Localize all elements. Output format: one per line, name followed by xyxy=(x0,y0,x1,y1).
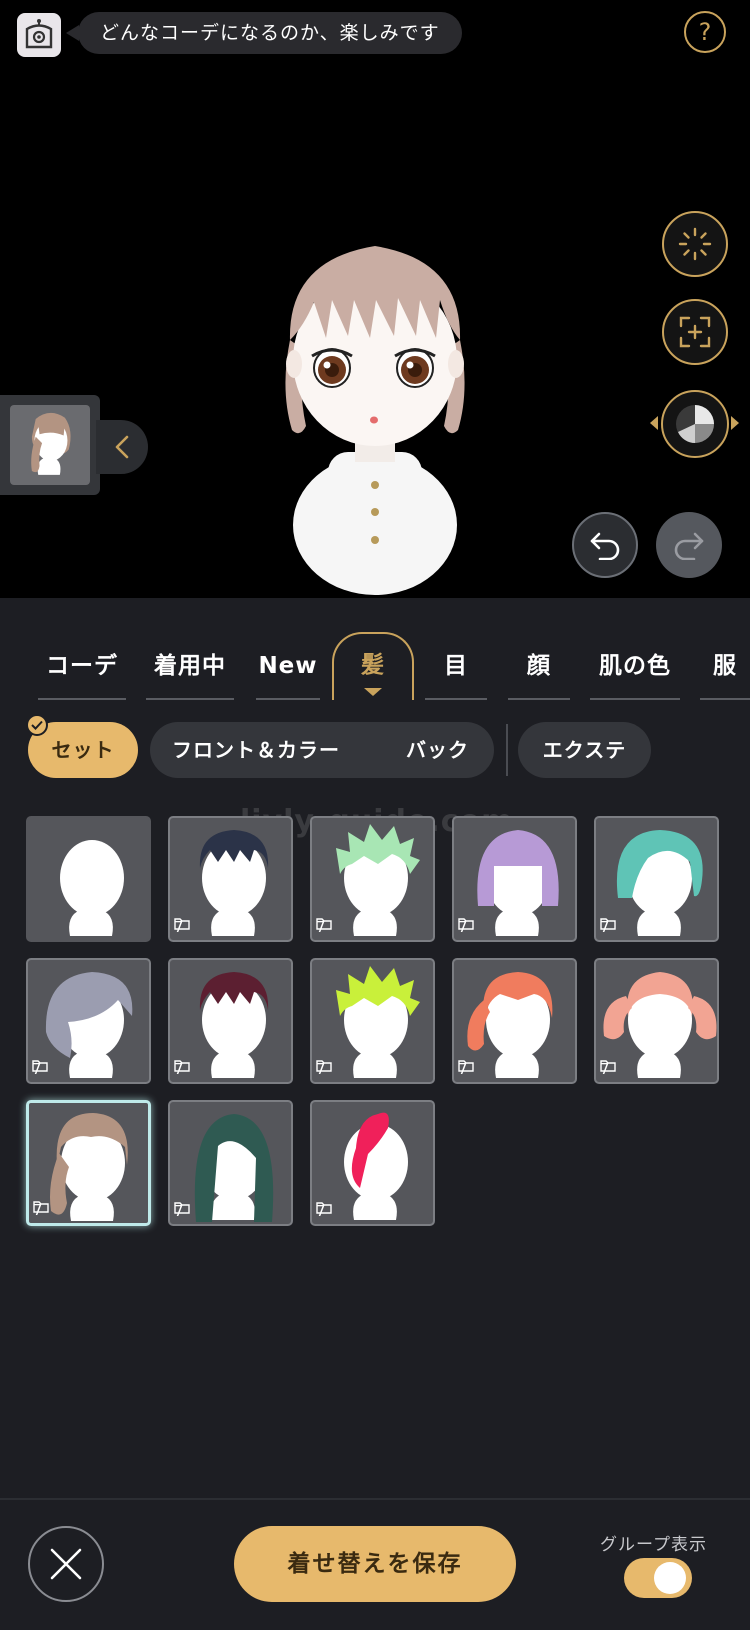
chip-divider xyxy=(506,724,508,776)
right-eye xyxy=(394,348,436,388)
sparkle-icon xyxy=(678,227,712,261)
filter-back-chip[interactable]: バック xyxy=(406,722,469,778)
undo-button[interactable] xyxy=(572,512,638,578)
folder-icon xyxy=(316,1202,332,1214)
tab-hair[interactable]: 髪 xyxy=(332,632,414,700)
left-eye xyxy=(311,348,353,388)
variant-count: 7 xyxy=(174,917,190,937)
tab-face[interactable]: 顔 xyxy=(508,632,570,700)
tab-new[interactable]: New xyxy=(256,632,320,700)
bottom-action-bar: 着せ替えを保存 グループ表示 xyxy=(0,1498,750,1630)
hair-item[interactable]: 7 xyxy=(452,816,577,942)
folder-icon xyxy=(458,1060,474,1072)
category-tabs: コーデ 着用中 New 髪 目 顔 肌の色 服 xyxy=(0,632,750,702)
hair-item[interactable]: 7 xyxy=(168,816,293,942)
collapse-thumbnail-button[interactable] xyxy=(96,420,148,474)
variant-count: 7 xyxy=(458,917,474,937)
hair-item[interactable]: 7 xyxy=(310,1100,435,1226)
tab-clothes[interactable]: 服 xyxy=(700,632,750,700)
hair-item[interactable]: 7 xyxy=(26,958,151,1084)
hair-item[interactable]: 7 xyxy=(452,958,577,1084)
variant-count: 7 xyxy=(316,1201,332,1221)
robot-icon[interactable] xyxy=(17,13,61,57)
hair-item[interactable]: 7 xyxy=(310,958,435,1084)
toggle-knob xyxy=(654,1562,686,1594)
folder-icon xyxy=(316,1060,332,1072)
npc-speech-bubble: どんなコーデになるのか、楽しみです xyxy=(66,12,462,54)
variant-count: 7 xyxy=(316,1059,332,1079)
hair-item[interactable]: 7 xyxy=(168,1100,293,1226)
hair-item[interactable]: 7 xyxy=(168,958,293,1084)
tab-eyes[interactable]: 目 xyxy=(425,632,487,700)
tab-wearing[interactable]: 着用中 xyxy=(146,632,234,700)
avatar-preview: どんなコーデになるのか、楽しみです ? xyxy=(0,0,750,598)
variant-count: 7 xyxy=(316,917,332,937)
variant-count: 7 xyxy=(174,1201,190,1221)
tab-coordinate[interactable]: コーデ xyxy=(38,632,126,700)
hair-item[interactable]: 7 xyxy=(310,816,435,942)
variant-count: 7 xyxy=(600,1059,616,1079)
folder-icon xyxy=(316,918,332,930)
zoom-focus-button[interactable] xyxy=(662,299,728,365)
tab-hair-label: 髪 xyxy=(361,652,385,678)
pie-angle-icon xyxy=(676,405,714,443)
lighting-button[interactable] xyxy=(662,211,728,277)
close-button[interactable] xyxy=(28,1526,104,1602)
hair-thumbnail-image xyxy=(10,405,90,485)
folder-icon xyxy=(458,918,474,930)
focus-frame-icon xyxy=(679,316,711,348)
variant-count: 7 xyxy=(458,1059,474,1079)
variant-count: 7 xyxy=(32,1059,48,1079)
front-back-chip-group: フロント＆カラー バック xyxy=(150,722,494,778)
tab-skin-color[interactable]: 肌の色 xyxy=(590,632,680,700)
filter-front-color-chip[interactable]: フロント＆カラー xyxy=(172,722,340,778)
check-icon xyxy=(26,714,48,736)
hair-preview-image xyxy=(60,840,124,936)
current-look-thumbnail[interactable] xyxy=(0,395,100,495)
angle-button[interactable] xyxy=(661,390,729,458)
hair-item[interactable]: 7 xyxy=(594,816,719,942)
folder-icon xyxy=(174,1060,190,1072)
variant-count: 7 xyxy=(33,1200,49,1220)
variant-count: 7 xyxy=(174,1059,190,1079)
group-display-toggle[interactable] xyxy=(624,1558,692,1598)
hair-filter-chips: セット フロント＆カラー バック エクステ xyxy=(0,714,750,778)
group-display-label: グループ表示 xyxy=(600,1535,707,1555)
rotate-left-arrow-icon[interactable] xyxy=(650,416,658,430)
avatar-character[interactable] xyxy=(270,240,480,600)
folder-icon xyxy=(32,1060,48,1072)
closet-panel: コーデ 着用中 New 髪 目 顔 肌の色 服 セット フロント＆カラー バック… xyxy=(0,598,750,1630)
hair-item-selected[interactable]: 7 xyxy=(26,1100,151,1226)
folder-icon xyxy=(174,918,190,930)
close-icon xyxy=(50,1548,82,1580)
hair-item[interactable]: 7 xyxy=(594,958,719,1084)
folder-icon xyxy=(33,1201,49,1213)
filter-set-chip[interactable]: セット xyxy=(26,714,138,778)
redo-icon xyxy=(674,532,704,560)
variant-count: 7 xyxy=(600,917,616,937)
folder-icon xyxy=(600,1060,616,1072)
filter-extension-chip[interactable]: エクステ xyxy=(518,722,651,778)
help-button[interactable]: ? xyxy=(684,11,726,53)
hair-item[interactable] xyxy=(26,816,151,942)
filter-set-label: セット xyxy=(51,738,115,762)
folder-icon xyxy=(600,918,616,930)
redo-button[interactable] xyxy=(656,512,722,578)
rotate-right-arrow-icon[interactable] xyxy=(731,416,739,430)
undo-icon xyxy=(590,532,620,560)
save-outfit-button[interactable]: 着せ替えを保存 xyxy=(234,1526,516,1602)
folder-icon xyxy=(174,1202,190,1214)
chevron-left-icon xyxy=(115,435,129,459)
caret-down-icon xyxy=(364,688,382,696)
